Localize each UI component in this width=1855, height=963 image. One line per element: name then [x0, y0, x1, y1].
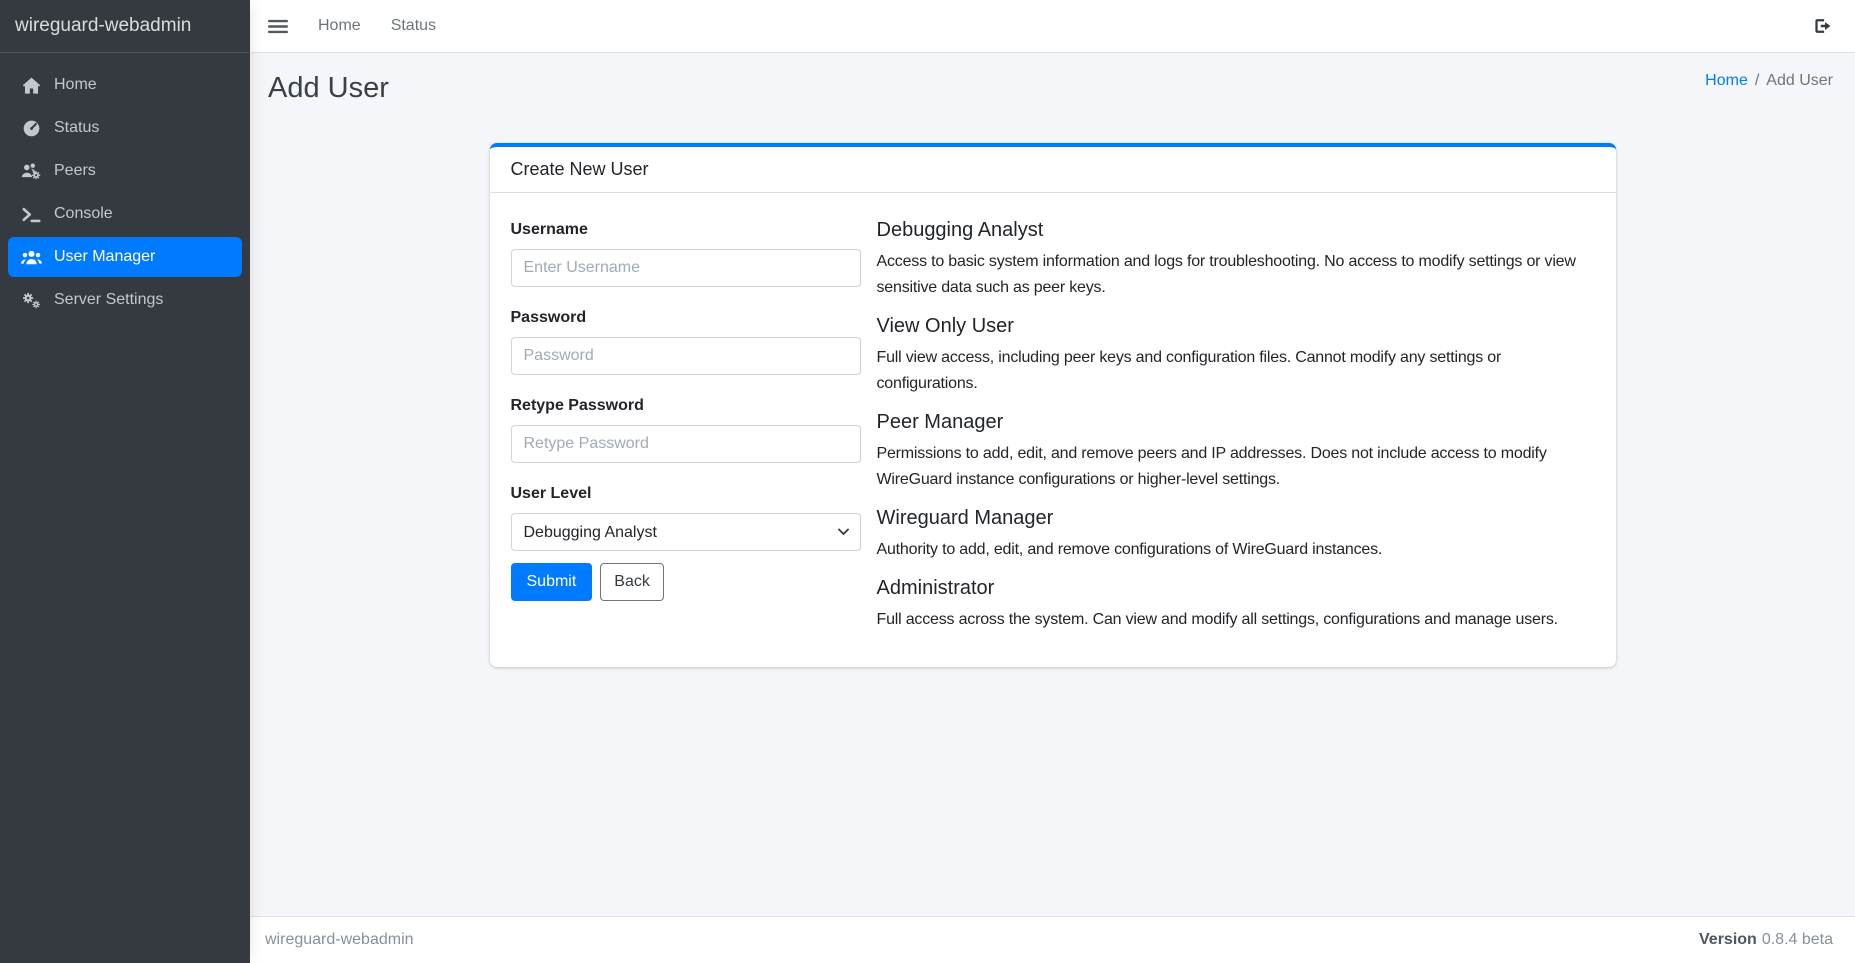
sign-out-icon[interactable]: [1813, 17, 1833, 35]
gears-icon: [16, 291, 46, 309]
footer: wireguard-webadmin Version0.8.4 beta: [250, 916, 1855, 963]
sidebar-item-label: Home: [54, 76, 97, 94]
sidebar-item-user-manager[interactable]: User Manager: [8, 237, 242, 277]
sidebar-brand[interactable]: wireguard-webadmin: [0, 0, 250, 53]
navbar-link-status[interactable]: Status: [391, 17, 436, 35]
users-icon: [16, 249, 46, 266]
password-label: Password: [511, 307, 861, 328]
password-input[interactable]: [511, 337, 861, 375]
sidebar-item-home[interactable]: Home: [8, 65, 242, 105]
breadcrumb: Home / Add User: [1705, 72, 1833, 90]
sidebar-item-label: Server Settings: [54, 291, 163, 309]
breadcrumb-separator: /: [1755, 72, 1759, 89]
sidebar-item-console[interactable]: Console: [8, 194, 242, 234]
sidebar-item-label: User Manager: [54, 248, 155, 266]
retype-password-label: Retype Password: [511, 395, 861, 416]
role-item: Administrator Full access across the sys…: [877, 577, 1600, 633]
role-item: View Only User Full view access, includi…: [877, 315, 1600, 397]
sidebar: wireguard-webadmin Home Status: [0, 0, 250, 963]
sidebar-item-label: Peers: [54, 162, 96, 180]
main-area: Home Status Add User Home / Add User Creat…: [250, 0, 1855, 963]
breadcrumb-current: Add User: [1766, 72, 1833, 89]
sidebar-item-status[interactable]: Status: [8, 108, 242, 148]
username-input[interactable]: [511, 249, 861, 287]
role-title: Administrator: [877, 577, 1600, 599]
footer-brand: wireguard-webadmin: [265, 931, 414, 949]
content: Create New User Username Password Retype…: [250, 107, 1855, 916]
user-level-label: User Level: [511, 483, 861, 504]
top-navbar: Home Status: [250, 0, 1855, 53]
card-title: Create New User: [490, 147, 1616, 193]
role-title: View Only User: [877, 315, 1600, 337]
role-title: Wireguard Manager: [877, 507, 1600, 529]
role-item: Wireguard Manager Authority to add, edit…: [877, 507, 1600, 563]
sidebar-item-label: Status: [54, 119, 99, 137]
role-description: Authority to add, edit, and remove confi…: [877, 537, 1600, 563]
role-description: Access to basic system information and l…: [877, 249, 1600, 301]
users-gear-icon: [16, 162, 46, 180]
role-item: Debugging Analyst Access to basic system…: [877, 219, 1600, 301]
sidebar-item-server-settings[interactable]: Server Settings: [8, 280, 242, 320]
footer-version: Version0.8.4 beta: [1699, 931, 1833, 949]
role-title: Peer Manager: [877, 411, 1600, 433]
role-item: Peer Manager Permissions to add, edit, a…: [877, 411, 1600, 493]
terminal-icon: [16, 206, 46, 223]
add-user-form: Username Password Retype Password User L…: [511, 219, 861, 633]
role-descriptions: Debugging Analyst Access to basic system…: [877, 219, 1600, 633]
retype-password-input[interactable]: [511, 425, 861, 463]
gauge-icon: [16, 119, 46, 138]
content-header: Add User Home / Add User: [250, 53, 1855, 107]
role-description: Permissions to add, edit, and remove pee…: [877, 441, 1600, 493]
home-icon: [16, 77, 46, 94]
back-button[interactable]: Back: [600, 563, 664, 601]
username-label: Username: [511, 219, 861, 240]
sidebar-item-peers[interactable]: Peers: [8, 151, 242, 191]
page-title: Add User: [268, 69, 389, 107]
breadcrumb-home-link[interactable]: Home: [1705, 72, 1748, 89]
menu-toggle-bars-icon[interactable]: [268, 18, 288, 35]
role-title: Debugging Analyst: [877, 219, 1600, 241]
sidebar-nav: Home Status: [0, 53, 250, 335]
submit-button[interactable]: Submit: [511, 563, 593, 601]
create-user-card: Create New User Username Password Retype…: [490, 143, 1616, 667]
sidebar-item-label: Console: [54, 205, 113, 223]
role-description: Full view access, including peer keys an…: [877, 345, 1600, 397]
user-level-select[interactable]: Debugging Analyst: [511, 513, 861, 551]
navbar-link-home[interactable]: Home: [318, 17, 361, 35]
role-description: Full access across the system. Can view …: [877, 607, 1600, 633]
